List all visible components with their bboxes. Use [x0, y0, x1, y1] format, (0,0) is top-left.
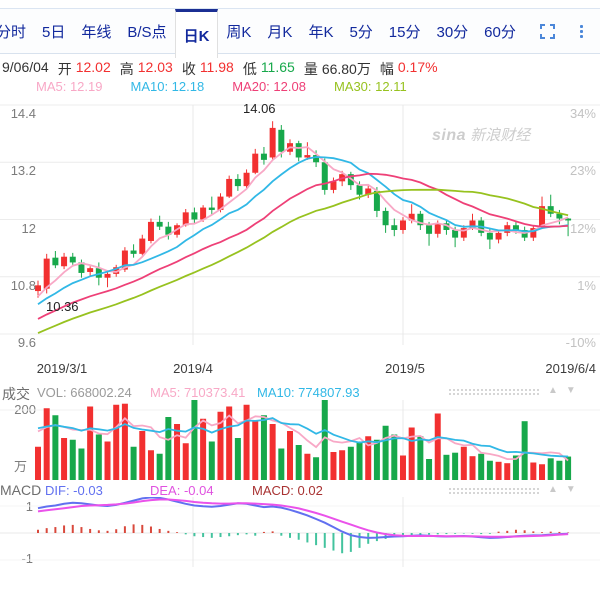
- ohlc-field: 开12.02: [58, 59, 111, 79]
- ohlc-field: 高12.03: [120, 59, 173, 79]
- macd-chart[interactable]: [0, 497, 600, 575]
- ohlc-info-bar: 9/06/04 开12.02 高12.03 收11.98 低11.65 量66.80万幅…: [2, 59, 438, 79]
- macd-value-label: MACD: 0.02: [252, 483, 323, 498]
- ohlc-field: 收11.98: [182, 59, 234, 79]
- field-value: 11.65: [261, 59, 295, 79]
- field-value: 66.80万: [322, 59, 371, 79]
- field-label: 幅: [380, 59, 394, 79]
- field-label: 开: [58, 59, 72, 79]
- ma-legend-item: MA20: 12.08: [232, 79, 306, 94]
- volume-value-label: VOL: 668002.24: [37, 385, 132, 400]
- field-value: 12.03: [138, 59, 173, 79]
- ma-legend-item: MA30: 12.11: [334, 79, 407, 94]
- percent-axis-tick: 12%: [548, 221, 596, 236]
- low-price-annotation: 10.36: [46, 299, 79, 314]
- ohlc-field: 低11.65: [243, 59, 295, 79]
- tab-bar-icons: [538, 9, 600, 53]
- ma-legend-bar: MA5: 12.19 MA10: 12.18 MA20: 12.08 MA30: 12…: [36, 79, 407, 94]
- tab-minute[interactable]: 分时: [0, 9, 34, 53]
- volume-ma10-label: MA10: 774807.93: [257, 385, 360, 400]
- tab-yearly-k[interactable]: 年K: [300, 9, 341, 53]
- percent-axis-tick: 34%: [548, 106, 596, 121]
- ohlc-field: 量66.80万: [304, 59, 371, 79]
- tab-5day[interactable]: 5日: [34, 9, 73, 53]
- field-label: 量: [304, 59, 318, 79]
- ma-legend-item: MA5: 12.19: [36, 79, 103, 94]
- tab-5min[interactable]: 5分: [341, 9, 380, 53]
- field-label: 低: [243, 59, 257, 79]
- percent-axis-tick: 1%: [548, 278, 596, 293]
- price-axis-tick: 9.6: [0, 335, 36, 350]
- panel-drag-dots: [448, 487, 540, 494]
- volume-chart[interactable]: [0, 400, 600, 480]
- x-axis-label: 2019/5: [370, 361, 440, 376]
- tab-60min[interactable]: 60分: [476, 9, 524, 53]
- percent-axis-tick: -10%: [548, 335, 596, 350]
- tab-monthly-k[interactable]: 月K: [259, 9, 300, 53]
- panel-down-arrow[interactable]: ▼: [566, 386, 576, 396]
- x-axis-label: 2019/4: [158, 361, 228, 376]
- field-label: 高: [120, 59, 134, 79]
- price-axis-tick: 14.4: [0, 106, 36, 121]
- ma5-line: [38, 147, 568, 296]
- ma-legend-item: MA10: 12.18: [131, 79, 205, 94]
- percent-axis-tick: 23%: [548, 163, 596, 178]
- tab-15min[interactable]: 15分: [381, 9, 429, 53]
- tab-bs-points[interactable]: B/S点: [119, 9, 174, 53]
- volume-bars: [35, 400, 571, 480]
- volume-panel-controls: ▲ ▼: [448, 386, 576, 396]
- tab-list: 分时5日年线B/S点日K周K月K年K5分15分30分60分: [0, 9, 538, 53]
- high-price-annotation: 14.06: [243, 101, 276, 116]
- x-axis-label: 2019/6/4: [520, 361, 596, 376]
- price-axis-tick: 13.2: [0, 163, 36, 178]
- stock-chart-app: 分时5日年线B/S点日K周K月K年K5分15分30分60分 9/06/04 开1…: [0, 0, 600, 600]
- tab-bar: 分时5日年线B/S点日K周K月K年K5分15分30分60分: [0, 8, 600, 54]
- field-value: 11.98: [200, 59, 234, 79]
- tab-30min[interactable]: 30分: [428, 9, 476, 53]
- volume-ma5-label: MA5: 710373.41: [150, 385, 245, 400]
- sina-watermark: sina 新浪财经: [432, 124, 530, 145]
- panel-up-arrow[interactable]: ▲: [548, 485, 558, 495]
- more-options-icon[interactable]: [572, 22, 590, 40]
- x-axis-label: 2019/3/1: [27, 361, 97, 376]
- tab-year-line[interactable]: 年线: [73, 9, 119, 53]
- price-axis-tick: 12: [0, 221, 36, 236]
- field-label: 收: [182, 59, 196, 79]
- dea-line: [38, 500, 568, 537]
- macd-panel-controls: ▲ ▼: [448, 485, 576, 495]
- field-value: 12.02: [76, 59, 111, 79]
- macd-panel-title: MACD: [0, 482, 41, 498]
- panel-up-arrow[interactable]: ▲: [548, 386, 558, 396]
- macd-dif-label: DIF: -0.03: [45, 483, 103, 498]
- ma30-line: [38, 190, 568, 333]
- price-axis-tick: 10.8: [0, 278, 36, 293]
- macd-dea-label: DEA: -0.04: [150, 483, 214, 498]
- fullscreen-icon[interactable]: [538, 22, 556, 40]
- trade-date: 9/06/04: [2, 59, 49, 79]
- ohlc-field: 幅0.17%: [380, 59, 438, 79]
- panel-drag-dots: [448, 388, 540, 395]
- tab-weekly-k[interactable]: 周K: [218, 9, 259, 53]
- sina-logo: sina: [432, 127, 466, 144]
- field-value: 0.17%: [398, 59, 438, 79]
- panel-down-arrow[interactable]: ▼: [566, 485, 576, 495]
- tab-daily-k[interactable]: 日K: [175, 9, 219, 58]
